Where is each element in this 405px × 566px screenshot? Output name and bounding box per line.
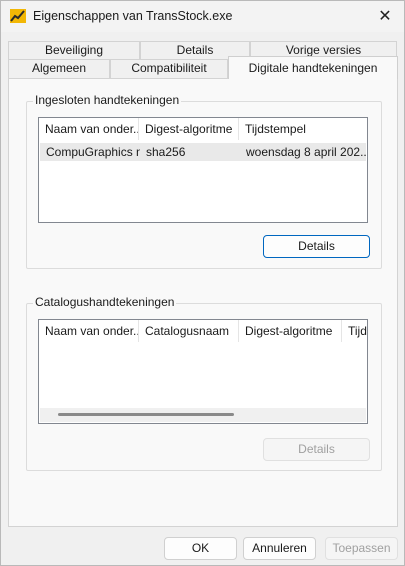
column-header-naam[interactable]: Naam van onder... bbox=[39, 320, 139, 342]
catalog-details-button: Details bbox=[263, 438, 370, 461]
column-header-catalogusnaam[interactable]: Catalogusnaam bbox=[139, 320, 239, 342]
catalog-signatures-list[interactable]: Naam van onder... Catalogusnaam Digest-a… bbox=[38, 319, 368, 424]
close-button[interactable]: ✕ bbox=[372, 5, 398, 27]
cell-signer-name: CompuGraphics nv bbox=[46, 145, 140, 159]
tab-panel: Ingesloten handtekeningen Naam van onder… bbox=[8, 78, 398, 527]
column-header-tijdstempel[interactable]: Tijdstempel bbox=[239, 118, 367, 140]
catalog-signatures-group: Catalogushandtekeningen Naam van onder..… bbox=[26, 295, 382, 471]
horizontal-scrollbar[interactable] bbox=[40, 408, 366, 422]
scrollbar-thumb[interactable] bbox=[58, 413, 234, 416]
title-bar[interactable]: Eigenschappen van TransStock.exe ✕ bbox=[1, 1, 404, 32]
embedded-signatures-group: Ingesloten handtekeningen Naam van onder… bbox=[26, 93, 382, 269]
column-header-digest[interactable]: Digest-algoritme bbox=[139, 118, 239, 140]
close-icon: ✕ bbox=[378, 8, 392, 25]
embedded-signatures-label: Ingesloten handtekeningen bbox=[33, 93, 182, 107]
properties-window: Eigenschappen van TransStock.exe ✕ Bevei… bbox=[0, 0, 405, 566]
list-item[interactable]: CompuGraphics nv sha256 woensdag 8 april… bbox=[40, 143, 366, 161]
ok-button[interactable]: OK bbox=[164, 537, 237, 560]
window-title: Eigenschappen van TransStock.exe bbox=[33, 9, 233, 23]
embedded-signatures-list[interactable]: Naam van onder... Digest-algoritme Tijds… bbox=[38, 117, 368, 223]
tab-strip: Beveiliging Details Vorige versies Algem… bbox=[8, 41, 398, 79]
list-header: Naam van onder... Digest-algoritme Tijds… bbox=[39, 118, 367, 140]
cell-digest: sha256 bbox=[146, 145, 186, 159]
tab-digitale-handtekeningen[interactable]: Digitale handtekeningen bbox=[228, 56, 398, 79]
apply-button: Toepassen bbox=[325, 537, 398, 560]
embedded-details-button[interactable]: Details bbox=[263, 235, 370, 258]
app-icon bbox=[10, 9, 26, 23]
cell-timestamp: woensdag 8 april 202... bbox=[246, 145, 366, 159]
cancel-button[interactable]: Annuleren bbox=[243, 537, 316, 560]
list-header: Naam van onder... Catalogusnaam Digest-a… bbox=[39, 320, 367, 342]
column-header-digest[interactable]: Digest-algoritme bbox=[239, 320, 342, 342]
tab-beveiliging[interactable]: Beveiliging bbox=[8, 41, 140, 59]
tab-algemeen[interactable]: Algemeen bbox=[8, 59, 110, 78]
catalog-signatures-label: Catalogushandtekeningen bbox=[33, 295, 177, 309]
tab-compatibiliteit[interactable]: Compatibiliteit bbox=[110, 59, 228, 78]
column-header-naam[interactable]: Naam van onder... bbox=[39, 118, 139, 140]
column-header-tijdstempel[interactable]: Tijds bbox=[342, 320, 367, 342]
